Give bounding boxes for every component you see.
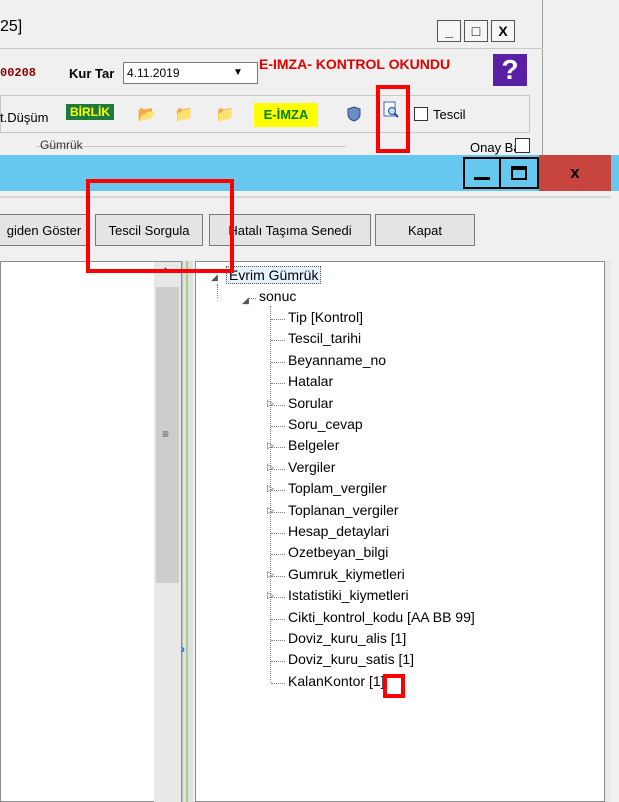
expand-arrow-icon[interactable]: ▷ bbox=[267, 590, 274, 601]
tree-node[interactable]: Ozetbeyan_bilgi bbox=[288, 544, 388, 560]
tree-node[interactable]: Gumruk_kiymetleri bbox=[288, 566, 405, 582]
tree-connector bbox=[271, 661, 285, 662]
tree-node[interactable]: Cikti_kontrol_kodu [AA BB 99] bbox=[288, 609, 475, 625]
birlik-button[interactable]: BİRLİK bbox=[66, 104, 114, 120]
folder-up-icon[interactable]: 📁 bbox=[174, 105, 194, 123]
tree-connector bbox=[271, 340, 285, 341]
eimza-button[interactable]: E-İMZA bbox=[254, 103, 318, 127]
tree-node[interactable]: Doviz_kuru_alis [1] bbox=[288, 630, 406, 646]
geriden-goster-button[interactable]: giden Göster bbox=[0, 214, 90, 246]
tescil-sorgula-button[interactable]: Tescil Sorgula bbox=[95, 214, 203, 246]
tree-view-pane[interactable] bbox=[195, 261, 605, 802]
folder-open-icon[interactable]: 📂 bbox=[137, 105, 157, 123]
shield-icon[interactable] bbox=[344, 105, 364, 123]
dusum-label: t.Düşüm bbox=[0, 110, 49, 125]
expand-arrow-icon[interactable]: ▷ bbox=[267, 569, 274, 580]
right-scrollbar-edge bbox=[605, 261, 611, 802]
chevron-right-icon[interactable]: › bbox=[181, 642, 185, 656]
tree-node[interactable]: Tip [Kontrol] bbox=[288, 309, 363, 325]
tree-connector bbox=[217, 284, 218, 298]
dialog-maximize-button[interactable] bbox=[501, 157, 539, 189]
tree-connector bbox=[271, 683, 285, 684]
declaration-code: 00208 bbox=[0, 66, 37, 80]
background-close-button[interactable]: X bbox=[491, 20, 515, 42]
expand-arrow-icon[interactable]: ▷ bbox=[267, 462, 274, 473]
dialog-minimize-button[interactable] bbox=[463, 157, 501, 189]
grip-icon: ≡ bbox=[162, 427, 170, 441]
chevron-up-icon[interactable]: ⌃ bbox=[160, 265, 171, 281]
help-button[interactable]: ? bbox=[493, 54, 527, 86]
tree-node[interactable]: Hesap_detaylari bbox=[288, 523, 389, 539]
eimza-status-message: E-IMZA- KONTROL OKUNDU bbox=[259, 56, 451, 72]
expand-arrow-icon[interactable]: ▷ bbox=[267, 398, 274, 409]
gumruk-group-label: Gümrük bbox=[40, 138, 83, 152]
splitter-line bbox=[186, 261, 188, 802]
dialog-separator bbox=[0, 196, 611, 198]
expand-arrow-icon[interactable]: ▷ bbox=[267, 505, 274, 516]
kur-tar-label: Kur Tar bbox=[69, 66, 115, 81]
expand-arrow-icon[interactable]: ▷ bbox=[267, 440, 274, 451]
tree-connector bbox=[271, 619, 285, 620]
background-minimize-button[interactable]: _ bbox=[437, 20, 461, 42]
search-document-icon[interactable] bbox=[381, 101, 401, 119]
tree-connector bbox=[271, 319, 285, 320]
tree-node[interactable]: Toplanan_vergiler bbox=[288, 502, 399, 518]
tescil-label: Tescil bbox=[433, 107, 466, 122]
tree-connector bbox=[248, 298, 256, 299]
collapse-arrow-icon[interactable]: ◢ bbox=[211, 272, 218, 283]
tree-connector bbox=[271, 383, 285, 384]
tescil-checkbox[interactable] bbox=[414, 107, 428, 121]
tree-connector bbox=[271, 362, 285, 363]
tree-node[interactable]: Vergiler bbox=[288, 459, 335, 475]
tree-node[interactable]: Istatistiki_kiymetleri bbox=[288, 587, 409, 603]
onay-bas-checkbox[interactable] bbox=[515, 138, 530, 153]
background-divider bbox=[0, 48, 543, 49]
tree-node[interactable]: Tescil_tarihi bbox=[288, 330, 361, 346]
tree-connector bbox=[271, 426, 285, 427]
tree-connector bbox=[271, 640, 285, 641]
chevron-down-icon[interactable]: ▼ bbox=[233, 67, 243, 78]
maximize-icon bbox=[511, 166, 527, 180]
tree-node[interactable]: Toplam_vergiler bbox=[288, 480, 387, 496]
tree-node[interactable]: Belgeler bbox=[288, 437, 339, 453]
tree-node[interactable]: KalanKontor [1] bbox=[288, 673, 385, 689]
dialog-close-button[interactable]: x bbox=[539, 155, 611, 191]
tree-node[interactable]: Soru_cevap bbox=[288, 416, 363, 432]
minimize-icon bbox=[474, 176, 490, 180]
tree-node[interactable]: Sorular bbox=[288, 395, 333, 411]
tree-node[interactable]: Doviz_kuru_satis [1] bbox=[288, 651, 414, 667]
background-window-title: 25] bbox=[0, 18, 23, 35]
collapse-arrow-icon[interactable]: ◢ bbox=[242, 295, 249, 306]
tree-node-sonuc[interactable]: sonuc bbox=[259, 288, 296, 304]
tree-node[interactable]: Hatalar bbox=[288, 373, 333, 389]
tree-connector bbox=[271, 533, 285, 534]
tree-node[interactable]: Beyanname_no bbox=[288, 352, 386, 368]
kapat-button[interactable]: Kapat bbox=[375, 214, 475, 246]
tree-connector bbox=[271, 554, 285, 555]
expand-arrow-icon[interactable]: ▷ bbox=[267, 483, 274, 494]
background-maximize-button[interactable]: □ bbox=[464, 20, 488, 42]
tree-node-root[interactable]: Evrim Gümrük bbox=[226, 266, 322, 284]
hatali-tasima-senedi-button[interactable]: Hatalı Taşıma Senedi bbox=[209, 214, 371, 246]
folder-refresh-icon[interactable]: 📁 bbox=[215, 105, 235, 123]
